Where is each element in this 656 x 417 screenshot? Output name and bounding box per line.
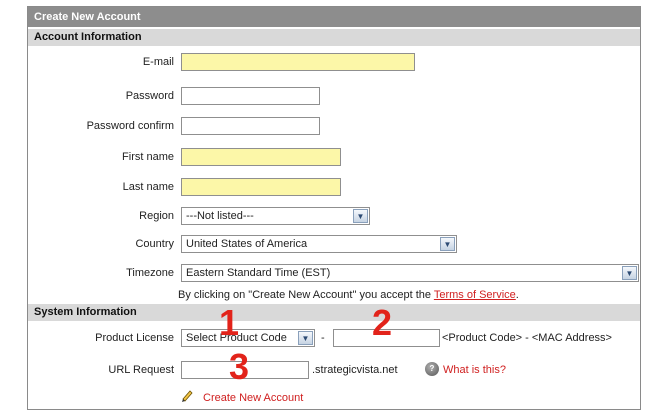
- product-license-label: Product License: [95, 332, 174, 344]
- what-is-this-link[interactable]: What is this?: [443, 364, 506, 376]
- password-row: Password: [28, 83, 640, 109]
- country-row: Country United States of America ▼: [28, 231, 640, 257]
- product-code-select-value: Select Product Code: [186, 332, 287, 344]
- create-account-button[interactable]: Create New Account: [203, 392, 303, 404]
- product-license-separator: -: [321, 332, 325, 344]
- terms-suffix: .: [515, 289, 519, 301]
- last-name-field[interactable]: [181, 178, 341, 196]
- product-license-row: Product License Select Product Code ▼ - …: [28, 325, 640, 351]
- country-select[interactable]: United States of America ▼: [181, 235, 457, 253]
- region-select[interactable]: ---Not listed--- ▼: [181, 207, 370, 225]
- panel-title: Create New Account: [28, 7, 640, 27]
- last-name-label: Last name: [122, 181, 174, 193]
- help-icon[interactable]: ?: [425, 362, 439, 376]
- first-name-label: First name: [122, 151, 174, 163]
- region-select-value: ---Not listed---: [186, 210, 254, 222]
- terms-notice: By clicking on "Create New Account" you …: [178, 289, 519, 301]
- password-field[interactable]: [181, 87, 320, 105]
- chevron-down-icon[interactable]: ▼: [622, 266, 637, 280]
- terms-prefix: By clicking on "Create New Account" you …: [178, 289, 434, 301]
- password-confirm-label: Password confirm: [86, 120, 174, 132]
- chevron-down-icon[interactable]: ▼: [353, 209, 368, 223]
- first-name-row: First name: [28, 144, 640, 170]
- callout-3: 3: [229, 346, 250, 387]
- timezone-label: Timezone: [126, 267, 174, 279]
- product-license-hint: <Product Code> - <MAC Address>: [442, 332, 612, 344]
- first-name-field[interactable]: [181, 148, 341, 166]
- timezone-select-value: Eastern Standard Time (EST): [186, 267, 331, 279]
- region-label: Region: [139, 210, 174, 222]
- timezone-row: Timezone Eastern Standard Time (EST) ▼: [28, 260, 640, 286]
- email-label: E-mail: [142, 56, 174, 68]
- password-confirm-row: Password confirm: [28, 113, 640, 139]
- pencil-icon[interactable]: [181, 388, 195, 402]
- create-account-panel: Create New Account Account Information E…: [27, 6, 641, 410]
- terms-of-service-link[interactable]: Terms of Service: [434, 289, 516, 301]
- region-row: Region ---Not listed--- ▼: [28, 203, 640, 229]
- chevron-down-icon[interactable]: ▼: [440, 237, 455, 251]
- password-confirm-field[interactable]: [181, 117, 320, 135]
- url-request-label: URL Request: [108, 364, 174, 376]
- timezone-select[interactable]: Eastern Standard Time (EST) ▼: [181, 264, 639, 282]
- callout-1: 1: [219, 302, 240, 343]
- password-label: Password: [125, 90, 174, 102]
- url-domain-suffix: .strategicvista.net: [312, 364, 398, 376]
- section-system-information: System Information: [28, 304, 640, 321]
- product-code-select[interactable]: Select Product Code ▼: [181, 329, 315, 347]
- email-row: E-mail: [28, 49, 640, 75]
- email-field[interactable]: [181, 53, 415, 71]
- country-label: Country: [135, 238, 174, 250]
- section-account-information: Account Information: [28, 29, 640, 46]
- url-request-row: URL Request .strategicvista.net ? What i…: [28, 357, 640, 383]
- last-name-row: Last name: [28, 174, 640, 200]
- chevron-down-icon[interactable]: ▼: [298, 331, 313, 345]
- country-select-value: United States of America: [186, 238, 308, 250]
- callout-2: 2: [372, 302, 393, 343]
